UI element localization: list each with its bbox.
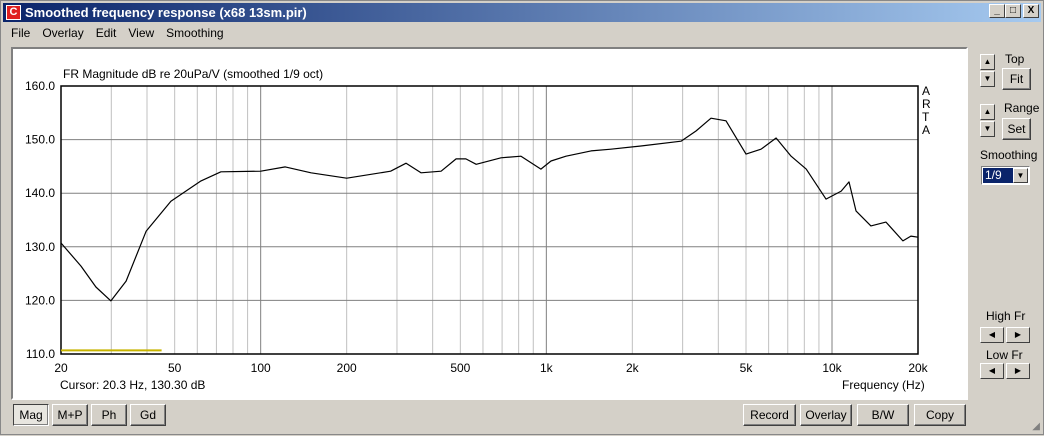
phase-button[interactable]: Ph [91,404,127,426]
mag-button[interactable]: Mag [13,404,49,426]
top-up-button[interactable]: ▲ [980,54,995,70]
y-tick-label: 120.0 [25,293,55,307]
fit-button[interactable]: Fit [1002,68,1031,90]
bw-button[interactable]: B/W [857,404,909,426]
y-tick-label: 130.0 [25,240,55,254]
x-axis-label: Frequency (Hz) [842,378,925,392]
plot-frame [60,85,919,355]
cursor-readout: Cursor: 20.3 Hz, 130.30 dB [60,378,206,392]
group-delay-button[interactable]: Gd [130,404,166,426]
resize-grip-icon[interactable]: ◢ [1032,421,1040,432]
low-fr-label: Low Fr [986,348,1023,362]
x-tick-label: 1k [540,361,554,375]
set-button[interactable]: Set [1002,118,1031,140]
high-fr-left-button[interactable]: ◀ [980,327,1004,343]
x-tick-label: 100 [251,361,271,375]
x-tick-label: 500 [450,361,470,375]
low-fr-left-button[interactable]: ◀ [980,363,1004,379]
app-window: C Smoothed frequency response (x68 13sm.… [0,0,1044,435]
x-tick-label: 20 [54,361,68,375]
overlay-button[interactable]: Overlay [800,404,852,426]
top-down-button[interactable]: ▼ [980,71,995,87]
low-fr-right-button[interactable]: ▶ [1006,363,1030,379]
x-tick-label: 200 [337,361,357,375]
high-fr-right-button[interactable]: ▶ [1006,327,1030,343]
chevron-down-icon[interactable]: ▼ [1013,168,1028,183]
fr-curve [60,117,919,302]
y-tick-label: 110.0 [26,347,55,361]
x-tick-label: 5k [740,361,754,375]
copy-button[interactable]: Copy [914,404,966,426]
smoothing-select[interactable]: 1/9 ▼ [981,166,1030,185]
smoothing-value: 1/9 [983,168,1013,183]
y-tick-label: 160.0 [25,79,55,93]
y-tick-label: 150.0 [25,133,55,147]
range-label: Range [1004,101,1040,115]
y-tick-label: 140.0 [25,186,55,200]
arta-brand: ARTA [922,84,931,137]
mag-phase-button[interactable]: M+P [52,404,88,426]
smoothing-label: Smoothing [980,148,1038,162]
x-tick-label: 10k [822,361,842,375]
range-up-button[interactable]: ▲ [980,104,995,120]
top-label: Top [1005,52,1025,66]
x-tick-label: 2k [626,361,640,375]
record-button[interactable]: Record [743,404,796,426]
x-tick-label: 20k [908,361,928,375]
plot-title: FR Magnitude dB re 20uPa/V (smoothed 1/9… [63,67,324,81]
range-down-button[interactable]: ▼ [980,121,995,137]
x-tick-label: 50 [168,361,182,375]
high-fr-label: High Fr [986,309,1026,323]
